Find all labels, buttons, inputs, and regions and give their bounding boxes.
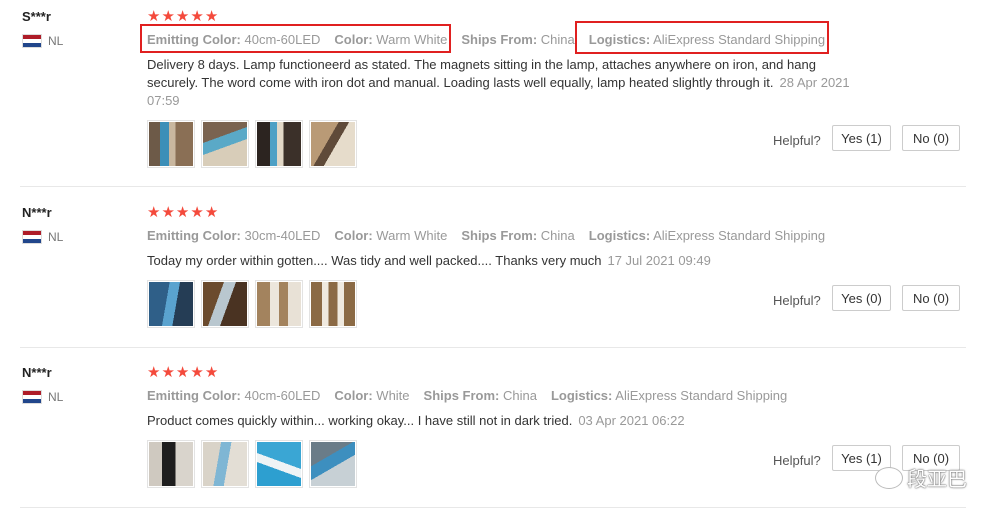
sku-attributes: Emitting Color: 40cm-60LED Color: White …	[147, 388, 801, 403]
review-text: Delivery 8 days. Lamp functioneerd as st…	[147, 57, 850, 108]
review-photo-thumbnail[interactable]	[309, 440, 357, 488]
color-attr: Color: White	[334, 388, 410, 403]
watermark: 段亚巴	[875, 463, 967, 492]
netherlands-flag-icon	[22, 230, 42, 244]
emitting-color-attr: Emitting Color: 30cm-40LED	[147, 228, 321, 243]
ships-from-attr: Ships From: China	[461, 228, 575, 243]
netherlands-flag-icon	[22, 34, 42, 48]
reviewer-country: NL	[22, 34, 63, 48]
review-photo-thumbnail[interactable]	[255, 120, 303, 168]
reviewer-name: S***r	[22, 9, 51, 24]
star-rating: ★ ★ ★ ★ ★	[147, 205, 218, 220]
review-photos	[147, 280, 357, 328]
helpful-yes-button[interactable]: Yes (1)	[832, 125, 891, 151]
ships-from-attr: Ships From: China	[461, 32, 575, 47]
star-icon: ★	[161, 204, 175, 221]
review-photos	[147, 440, 357, 488]
helpful-no-button[interactable]: No (0)	[902, 285, 960, 311]
star-icon: ★	[175, 8, 190, 25]
star-icon: ★	[204, 8, 219, 25]
reviewer-country: NL	[22, 230, 63, 244]
star-icon: ★	[190, 204, 204, 221]
reviewer-name: N***r	[22, 205, 52, 220]
country-code: NL	[48, 34, 64, 48]
logistics-attr: Logistics: AliExpress Standard Shipping	[588, 228, 826, 243]
star-icon: ★	[147, 8, 161, 25]
netherlands-flag-icon	[22, 390, 42, 404]
review-photo-thumbnail[interactable]	[255, 280, 303, 328]
review-photo-thumbnail[interactable]	[201, 120, 249, 168]
star-icon: ★	[175, 204, 190, 221]
reviewer-country: NL	[22, 390, 63, 404]
review-date: 17 Jul 2021 09:49	[607, 253, 711, 268]
review-photo-thumbnail[interactable]	[201, 280, 249, 328]
review-text: Product comes quickly within... working …	[147, 413, 685, 428]
star-icon: ★	[161, 364, 175, 381]
review-photo-thumbnail[interactable]	[147, 120, 195, 168]
star-icon: ★	[190, 8, 204, 25]
star-icon: ★	[161, 8, 175, 25]
wechat-icon	[875, 466, 903, 489]
sku-attributes: Emitting Color: 30cm-40LED Color: Warm W…	[147, 228, 839, 243]
helpful-label: Helpful?	[773, 133, 821, 148]
review-photo-thumbnail[interactable]	[147, 440, 195, 488]
review-photo-thumbnail[interactable]	[201, 440, 249, 488]
star-icon: ★	[204, 204, 219, 221]
review-photo-thumbnail[interactable]	[309, 120, 357, 168]
star-icon: ★	[204, 364, 219, 381]
review-photos	[147, 120, 357, 168]
highlight-box	[140, 24, 451, 53]
color-attr: Color: Warm White	[334, 228, 448, 243]
star-icon: ★	[147, 364, 161, 381]
highlight-box	[575, 21, 829, 54]
helpful-label: Helpful?	[773, 453, 821, 468]
ships-from-attr: Ships From: China	[423, 388, 537, 403]
helpful-no-button[interactable]: No (0)	[902, 125, 960, 151]
country-code: NL	[48, 230, 64, 244]
emitting-color-attr: Emitting Color: 40cm-60LED	[147, 388, 321, 403]
divider	[20, 186, 966, 187]
review-photo-thumbnail[interactable]	[147, 280, 195, 328]
star-rating: ★ ★ ★ ★ ★	[147, 9, 218, 24]
star-icon: ★	[147, 204, 161, 221]
review-text: Today my order within gotten.... Was tid…	[147, 253, 711, 268]
helpful-yes-button[interactable]: Yes (0)	[832, 285, 891, 311]
star-rating: ★ ★ ★ ★ ★	[147, 365, 218, 380]
divider	[20, 507, 966, 508]
star-icon: ★	[190, 364, 204, 381]
divider	[20, 347, 966, 348]
reviewer-name: N***r	[22, 365, 52, 380]
review-photo-thumbnail[interactable]	[255, 440, 303, 488]
review-date: 03 Apr 2021 06:22	[578, 413, 685, 428]
star-icon: ★	[175, 364, 190, 381]
logistics-attr: Logistics: AliExpress Standard Shipping	[550, 388, 788, 403]
country-code: NL	[48, 390, 64, 404]
review-photo-thumbnail[interactable]	[309, 280, 357, 328]
helpful-label: Helpful?	[773, 293, 821, 308]
